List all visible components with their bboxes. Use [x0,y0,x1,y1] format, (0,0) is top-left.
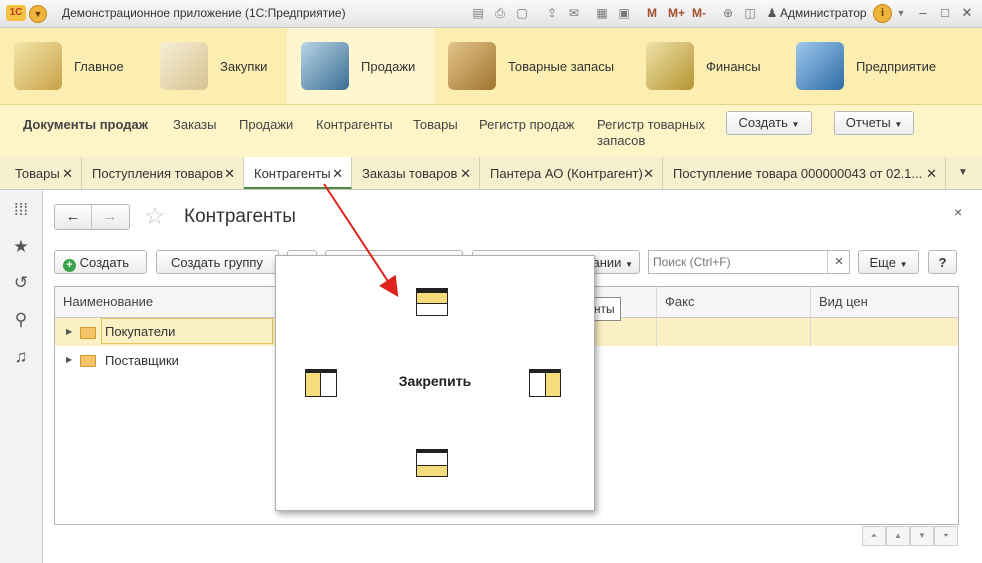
annotation-arrow [323,183,399,298]
arrow-line [323,183,399,298]
